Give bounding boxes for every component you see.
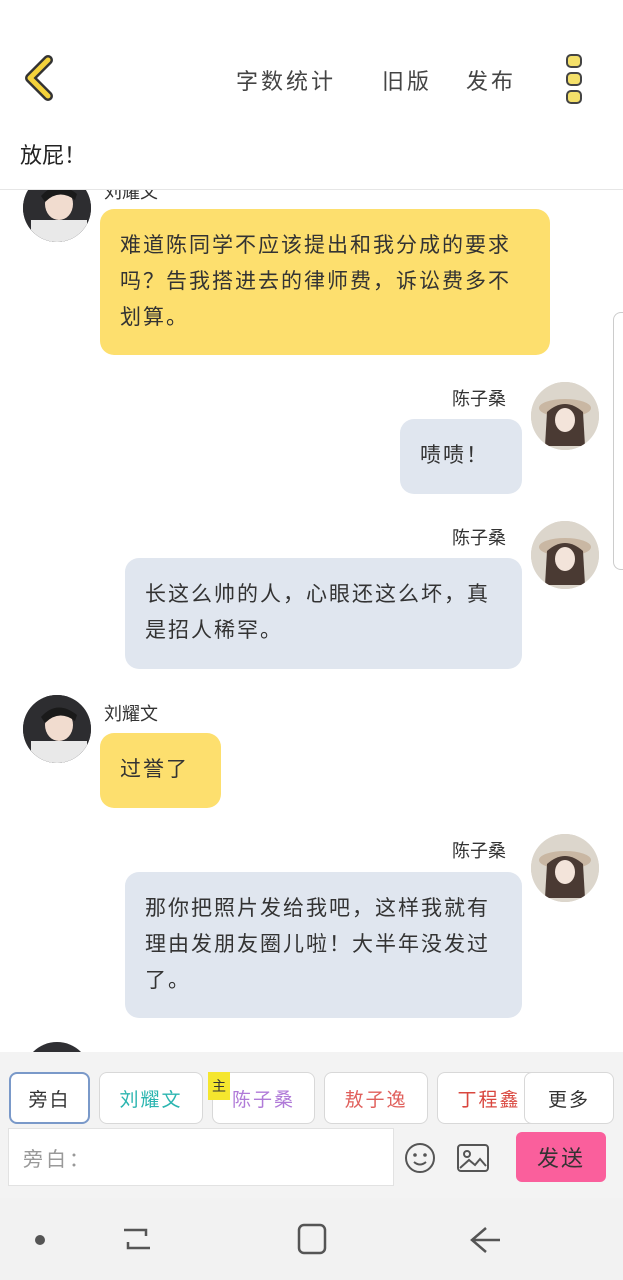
system-nav-bar — [0, 1198, 623, 1280]
role-narration[interactable]: 旁白 — [9, 1072, 90, 1124]
avatar-liu[interactable] — [23, 695, 91, 763]
home-button[interactable] — [296, 1222, 328, 1256]
chat-area[interactable]: 刘耀文 难道陈同学不应该提出和我分成的要求吗？告我搭进去的律师费，诉讼费多不划算… — [0, 190, 623, 1052]
top-bar: 字数统计 旧版 发布 — [0, 0, 623, 125]
avatar-boy-icon — [23, 695, 91, 763]
old-version-button[interactable]: 旧版 — [382, 64, 432, 96]
message-bubble[interactable]: 啧啧！ — [400, 419, 522, 494]
message-bubble[interactable]: 那你把照片发给我吧，这样我就有理由发朋友圈儿啦！大半年没发过了。 — [125, 872, 522, 1018]
image-button[interactable] — [456, 1143, 490, 1173]
emoji-button[interactable] — [404, 1142, 436, 1174]
back-button[interactable] — [18, 52, 62, 104]
message-input[interactable]: 旁白： — [8, 1128, 394, 1186]
avatar-girl-icon — [531, 382, 599, 450]
message-bubble[interactable]: 过誉了 — [100, 733, 221, 808]
word-count-button[interactable]: 字数统计 — [236, 64, 336, 96]
more-menu-button[interactable] — [560, 52, 588, 106]
avatar-liu[interactable] — [23, 1042, 91, 1052]
page-title[interactable]: 放屁！ — [20, 138, 86, 170]
home-icon — [297, 1223, 327, 1255]
sender-name: 刘耀文 — [104, 704, 158, 725]
avatar-boy-icon — [23, 190, 91, 242]
master-badge: 主 — [208, 1072, 230, 1100]
sender-name: 刘耀文 — [104, 190, 158, 203]
sender-name: 陈子桑 — [452, 389, 506, 410]
sender-name: 陈子桑 — [452, 528, 506, 549]
message-bubble[interactable]: 难道陈同学不应该提出和我分成的要求吗？告我搭进去的律师费，诉讼费多不划算。 — [100, 209, 550, 355]
avatar-chen[interactable] — [531, 834, 599, 902]
avatar-girl-icon — [531, 521, 599, 589]
sender-name: 陈子桑 — [452, 841, 506, 862]
role-shu[interactable]: 敖子逸 — [324, 1072, 428, 1124]
role-liu[interactable]: 刘耀文 — [99, 1072, 203, 1124]
recent-apps-button[interactable] — [120, 1224, 154, 1254]
scrollbar[interactable] — [613, 312, 623, 570]
nav-dot-icon[interactable] — [35, 1235, 45, 1245]
avatar-liu[interactable] — [23, 190, 91, 242]
emoji-icon — [405, 1143, 435, 1173]
back-arrow-icon — [470, 1227, 500, 1253]
chevron-left-icon — [25, 55, 53, 101]
image-icon — [457, 1144, 489, 1172]
back-nav-button[interactable] — [468, 1224, 504, 1256]
send-button[interactable]: 发送 — [516, 1132, 606, 1182]
more-roles-button[interactable]: 更多 — [524, 1072, 614, 1124]
more-vertical-icon — [566, 54, 582, 104]
publish-button[interactable]: 发布 — [466, 64, 516, 96]
message-bubble[interactable]: 长这么帅的人，心眼还这么坏，真是招人稀罕。 — [125, 558, 522, 669]
recent-apps-icon — [124, 1228, 150, 1250]
avatar-chen[interactable] — [531, 521, 599, 589]
composer-panel: 旁白 刘耀文 陈子桑 主 敖子逸 丁程鑫 更多 旁白： 发送 — [0, 1052, 623, 1198]
avatar-chen[interactable] — [531, 382, 599, 450]
avatar-girl-icon — [531, 834, 599, 902]
